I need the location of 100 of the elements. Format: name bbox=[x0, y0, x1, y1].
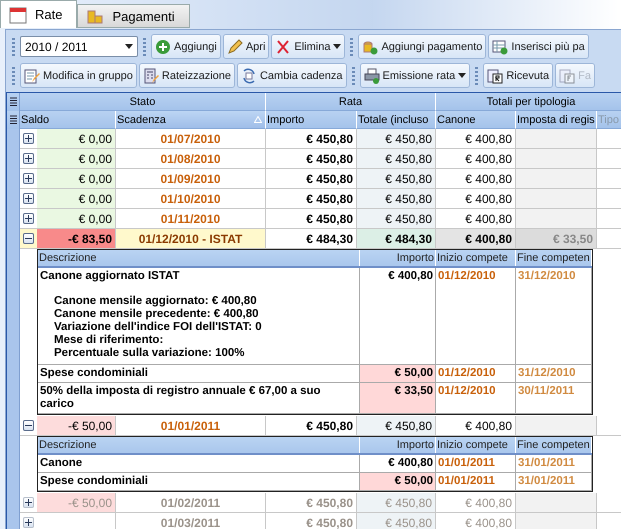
amount-cell: € 50,00 bbox=[360, 365, 436, 382]
rent-cell: € 400,80 bbox=[436, 169, 516, 189]
calendar-icon bbox=[9, 6, 27, 24]
pencil-icon bbox=[226, 38, 243, 54]
toolbar-button[interactable]: Rateizzazione bbox=[138, 63, 235, 88]
column-label: Totale (incluso bbox=[358, 114, 428, 126]
column-header[interactable]: Descrizione bbox=[38, 250, 360, 266]
toolbar-button[interactable]: Cambia cadenza bbox=[236, 63, 347, 88]
rent-cell: € 400,80 bbox=[436, 209, 516, 229]
column-header[interactable]: Importo bbox=[360, 250, 436, 266]
collapse-button[interactable] bbox=[23, 420, 34, 431]
total-cell: € 450,80 bbox=[357, 416, 436, 436]
column-header[interactable]: Fine competen bbox=[516, 437, 592, 453]
rent-cell: € 400,80 bbox=[436, 229, 516, 249]
due-date-cell: 01/12/2010 - ISTAT bbox=[116, 229, 266, 249]
description-text: Canone bbox=[40, 457, 84, 470]
toolbar-button[interactable]: Inserisci più pa bbox=[488, 34, 589, 59]
toolbar-button[interactable]: Ricevuta bbox=[483, 63, 554, 88]
column-header[interactable]: Totale (incluso bbox=[357, 111, 436, 129]
receipt-r-icon bbox=[487, 68, 504, 84]
expand-button[interactable] bbox=[23, 173, 34, 184]
document-f-icon bbox=[559, 68, 576, 84]
total-cell: € 484,30 bbox=[357, 229, 436, 249]
column-label: Scadenza bbox=[117, 114, 166, 126]
due-date-cell: 01/01/2011 bbox=[116, 416, 266, 436]
column-header[interactable]: Scadenza bbox=[116, 111, 266, 129]
rent-cell: € 400,80 bbox=[436, 129, 516, 149]
toolbar-button[interactable]: Aggiungi bbox=[151, 34, 221, 59]
column-label: Canone bbox=[437, 114, 476, 126]
date-cell: 30/11/2011 bbox=[516, 383, 592, 413]
amount-cell: € 450,80 bbox=[266, 416, 357, 436]
due-date-cell: 01/07/2010 bbox=[116, 129, 266, 149]
total-cell: € 450,80 bbox=[357, 189, 436, 209]
total-cell: € 450,80 bbox=[357, 169, 436, 189]
expand-button[interactable] bbox=[23, 153, 34, 164]
grid-menu-icon[interactable] bbox=[8, 97, 18, 107]
balance-cell: € 0,00 bbox=[37, 169, 116, 189]
date-cell: 01/12/2010 bbox=[436, 365, 516, 382]
grid-menu-icon[interactable] bbox=[8, 115, 18, 125]
balance-cell: € 0,00 bbox=[37, 189, 116, 209]
collapse-button[interactable] bbox=[23, 233, 34, 244]
caret-icon bbox=[333, 44, 342, 49]
column-header[interactable]: Canone bbox=[436, 111, 516, 129]
total-cell: € 450,80 bbox=[357, 513, 436, 529]
date-cell: 01/01/2011 bbox=[436, 473, 516, 490]
toolbar-button[interactable]: Modifica in gruppo bbox=[20, 63, 137, 88]
expand-button[interactable] bbox=[23, 193, 34, 204]
column-header[interactable]: Imposta di regis bbox=[516, 111, 597, 129]
note-text: Percentuale sulla variazione: 100% bbox=[53, 347, 246, 360]
toolbar-button[interactable]: Aggiungi pagamento bbox=[358, 34, 486, 59]
balance-cell: -€ 50,00 bbox=[37, 416, 116, 436]
column-header[interactable]: Saldo bbox=[20, 111, 116, 129]
tab[interactable]: Pagamenti bbox=[77, 4, 190, 28]
date-cell: 01/12/2010 bbox=[436, 268, 516, 364]
due-date-cell: 01/09/2010 bbox=[116, 169, 266, 189]
balance-cell: -€ 50,00 bbox=[37, 493, 116, 513]
note-text: Canone mensile aggiornato: € 400,80 bbox=[53, 295, 258, 308]
date-cell: 01/12/2010 bbox=[436, 383, 516, 413]
group-header: Rata bbox=[266, 93, 436, 111]
column-header[interactable]: Importo bbox=[360, 437, 436, 453]
due-date-cell: 01/08/2010 bbox=[116, 149, 266, 169]
due-date-cell: 01/02/2011 bbox=[116, 493, 266, 513]
balance-cell: € 0,00 bbox=[37, 209, 116, 229]
column-header[interactable]: Inizio compete bbox=[436, 250, 516, 266]
minus-icon bbox=[25, 422, 32, 429]
plus-icon bbox=[25, 135, 32, 142]
date-cell: 01/01/2011 bbox=[436, 455, 516, 472]
column-header[interactable]: Fine competen bbox=[516, 250, 592, 266]
plus-icon bbox=[25, 155, 32, 162]
expand-button[interactable] bbox=[23, 497, 34, 508]
plus-icon bbox=[25, 175, 32, 182]
caret-icon bbox=[125, 44, 133, 49]
date-cell: 31/12/2010 bbox=[516, 268, 592, 364]
expand-button[interactable] bbox=[23, 517, 34, 528]
table-add-icon bbox=[492, 38, 508, 54]
column-header[interactable]: Inizio compete bbox=[436, 437, 516, 453]
note-text: Canone mensile precedente: € 400,80 bbox=[53, 308, 260, 321]
column-label: Saldo bbox=[21, 114, 50, 126]
caret-icon bbox=[458, 73, 466, 78]
balance-cell: € 0,00 bbox=[37, 149, 116, 169]
season-dropdown[interactable]: 2010 / 2011 bbox=[20, 36, 138, 57]
split-button[interactable]: Elimina bbox=[271, 34, 346, 59]
date-cell: 31/01/2011 bbox=[516, 455, 592, 472]
group-header: Stato bbox=[20, 93, 266, 111]
tab[interactable]: Rate bbox=[0, 0, 78, 28]
description-text: Spese condominiali bbox=[40, 475, 149, 488]
amount-cell: € 484,30 bbox=[266, 229, 357, 249]
split-button[interactable]: Emissione rata bbox=[360, 63, 470, 88]
expand-button[interactable] bbox=[23, 133, 34, 144]
column-header[interactable]: Importo bbox=[266, 111, 357, 129]
amount-cell: € 450,80 bbox=[266, 169, 357, 189]
toolbar-button[interactable]: Apri bbox=[222, 34, 270, 59]
expand-button[interactable] bbox=[23, 213, 34, 224]
rent-cell: € 400,80 bbox=[436, 189, 516, 209]
amount-cell: € 450,80 bbox=[266, 209, 357, 229]
balance-cell: € 0,00 bbox=[37, 129, 116, 149]
minus-icon bbox=[25, 235, 32, 242]
column-header[interactable]: Descrizione bbox=[38, 437, 360, 453]
column-label: Importo bbox=[267, 114, 304, 126]
rent-cell: € 400,80 bbox=[436, 149, 516, 169]
